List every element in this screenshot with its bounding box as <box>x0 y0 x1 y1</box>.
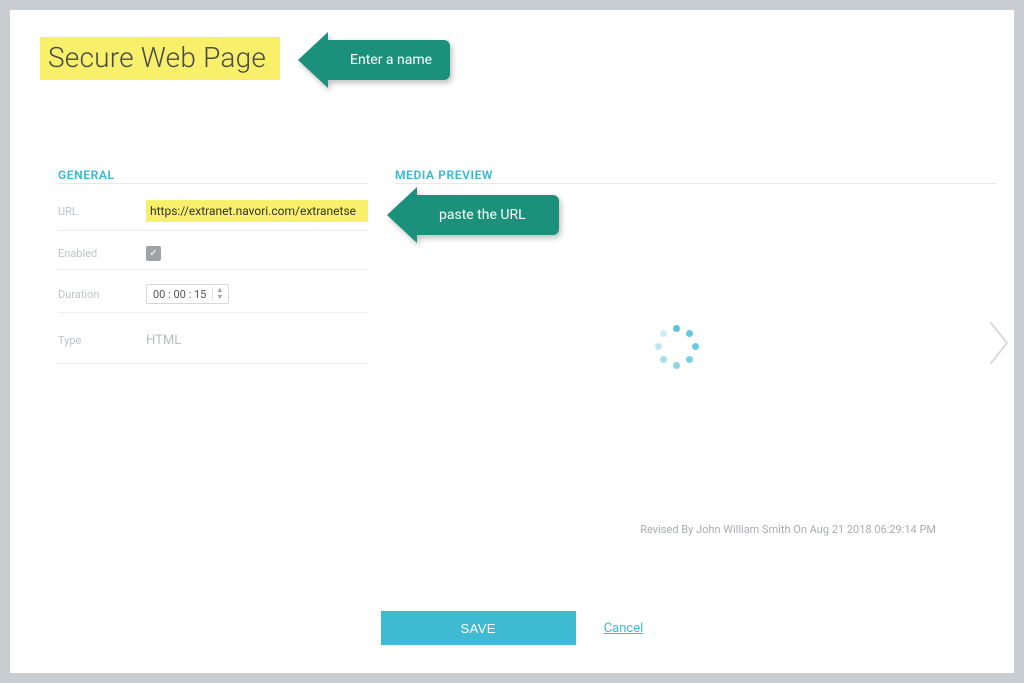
next-button[interactable] <box>986 316 1014 370</box>
section-header-general: GENERAL <box>58 168 115 182</box>
form-row-duration: Duration 00 : 00 : 15 ▲ ▼ <box>58 284 368 313</box>
chevron-right-icon <box>989 321 1011 365</box>
divider <box>58 183 368 184</box>
editor-panel: Secure Web Page Enter a name GENERAL MED… <box>10 10 1014 673</box>
arrow-left-icon <box>298 32 328 88</box>
tooltip-paste-url: paste the URL <box>411 195 559 235</box>
check-icon: ✓ <box>149 248 157 259</box>
duration-spinner: ▲ ▼ <box>212 287 226 301</box>
page-title-wrap: Secure Web Page <box>40 37 280 80</box>
form-row-enabled: Enabled ✓ <box>58 246 368 270</box>
page-title-highlight[interactable]: Secure Web Page <box>40 37 280 80</box>
page-title: Secure Web Page <box>48 41 266 74</box>
cancel-link[interactable]: Cancel <box>604 621 644 636</box>
enabled-label: Enabled <box>58 247 146 260</box>
duration-label: Duration <box>58 288 146 301</box>
arrow-left-icon <box>387 187 417 243</box>
save-button[interactable]: SAVE <box>381 611 576 645</box>
duration-stepper[interactable]: 00 : 00 : 15 ▲ ▼ <box>146 284 229 304</box>
tooltip-paste-url-text: paste the URL <box>439 207 526 223</box>
spinner-down-icon[interactable]: ▼ <box>213 294 226 301</box>
enabled-checkbox[interactable]: ✓ <box>146 246 161 261</box>
footer-actions: SAVE Cancel <box>10 611 1014 645</box>
revised-by-text: Revised By John William Smith On Aug 21 … <box>640 523 936 536</box>
duration-value: 00 : 00 : 15 <box>153 288 206 301</box>
section-header-media-preview: MEDIA PREVIEW <box>395 168 493 182</box>
tooltip-enter-name: Enter a name <box>322 40 450 80</box>
form-row-type: Type HTML <box>58 326 368 364</box>
type-label: Type <box>58 334 146 347</box>
tooltip-enter-name-text: Enter a name <box>350 52 432 68</box>
divider <box>395 183 996 184</box>
url-label: URL <box>58 205 146 218</box>
type-value: HTML <box>146 333 181 348</box>
url-input-wrap <box>146 200 368 222</box>
loading-spinner-icon <box>655 325 699 369</box>
url-input[interactable] <box>146 200 368 222</box>
form-row-url: URL <box>58 200 368 231</box>
